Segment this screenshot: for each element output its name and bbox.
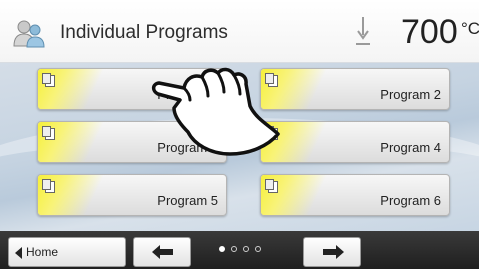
arrow-left-icon — [152, 245, 173, 259]
temperature-arrow-icon — [356, 17, 370, 45]
page-dot-active — [219, 246, 225, 252]
footer-bar: Home — [0, 231, 479, 269]
user-group-icon[interactable] — [13, 18, 45, 48]
page-indicator — [219, 246, 279, 256]
program-button-4[interactable]: Program 4 — [260, 121, 450, 163]
home-button[interactable]: Home — [8, 237, 126, 267]
program-label: Program 5 — [157, 193, 218, 208]
temperature-value: 700 — [401, 13, 458, 51]
program-button-5[interactable]: Program 5 — [37, 174, 227, 216]
header-bar: Individual Programs 700 °C — [0, 0, 479, 63]
document-icon — [42, 126, 55, 140]
program-label: Program 6 — [380, 193, 441, 208]
program-label: Program 2 — [380, 87, 441, 102]
page-dot — [255, 246, 261, 252]
program-label: Program 4 — [380, 140, 441, 155]
program-button-2[interactable]: Program 2 — [260, 68, 450, 110]
back-triangle-icon — [15, 247, 22, 259]
program-button-6[interactable]: Program 6 — [260, 174, 450, 216]
next-page-button[interactable] — [303, 237, 361, 267]
pointing-hand-icon — [151, 67, 280, 156]
page-title: Individual Programs — [60, 22, 228, 43]
page-dot — [231, 246, 237, 252]
document-icon — [42, 179, 55, 193]
home-label: Home — [26, 245, 59, 259]
document-icon — [265, 179, 278, 193]
page-dot — [243, 246, 249, 252]
arrow-right-icon — [323, 245, 344, 259]
document-icon — [42, 73, 55, 87]
temperature-unit: °C — [461, 19, 479, 38]
previous-page-button[interactable] — [133, 237, 191, 267]
